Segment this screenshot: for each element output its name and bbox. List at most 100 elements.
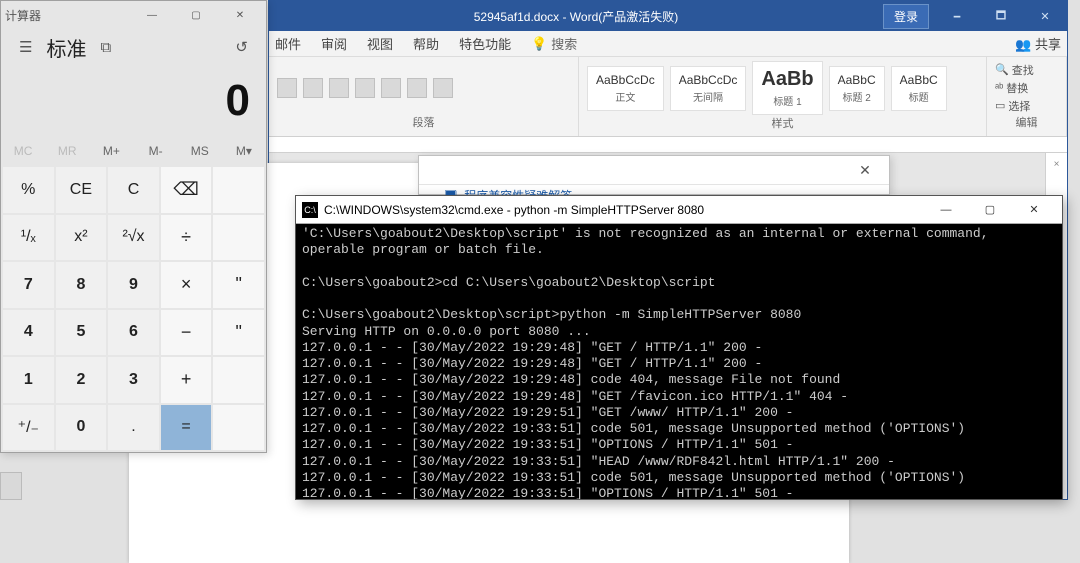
calc-key-3-2[interactable]: 6 [108,310,159,356]
calc-key-2-2[interactable]: 9 [108,262,159,308]
compat-titlebar[interactable]: ✕ [419,156,889,184]
indent-inc-icon[interactable] [381,78,401,98]
calc-key-3-1[interactable]: 5 [56,310,107,356]
calc-key-0-1[interactable]: CE [56,167,107,213]
calc-key-2-1[interactable]: 8 [56,262,107,308]
select-icon: ▭ [995,99,1005,112]
mr-button[interactable]: MR [45,137,89,165]
history-icon[interactable]: ↺ [235,38,248,56]
numbering-icon[interactable] [303,78,323,98]
mminus-button[interactable]: M- [134,137,178,165]
calc-keypad: %CEC⌫ ¹/ₓx²²√x÷ 789×" 456−" 123+ ⁺/₋0.= [1,165,266,452]
tab-view[interactable]: 视图 [367,34,393,53]
calc-key-4-2[interactable]: 3 [108,357,159,403]
find-icon: 🔍 [995,63,1009,76]
cmd-title-text: C:\WINDOWS\system32\cmd.exe - python -m … [324,203,704,217]
calc-key-5-0[interactable]: ⁺/₋ [3,405,54,451]
calc-memory-row: MC MR M+ M- MS M▾ [1,137,266,165]
calc-key-0-3[interactable]: ⌫ [161,167,212,213]
calc-key-4-4 [213,357,264,403]
keep-on-top-icon[interactable]: ⧉ [100,39,111,56]
replace-icon: ᵃᵇ [995,82,1003,94]
tab-feature[interactable]: 特色功能 [459,34,511,53]
close-icon[interactable]: ✕ [1012,203,1056,216]
replace-button[interactable]: ᵃᵇ替换 [995,80,1034,96]
indent-dec-icon[interactable] [355,78,375,98]
styles-gallery[interactable]: AaBbCcDc正文 AaBbCcDc无间隔 AaBb标题 1 AaBbC标题 … [587,61,978,115]
word-ruler[interactable] [269,137,1067,153]
style-normal[interactable]: AaBbCcDc正文 [587,66,664,111]
calc-key-1-0[interactable]: ¹/ₓ [3,215,54,261]
ms-button[interactable]: MS [178,137,222,165]
style-heading1[interactable]: AaBb标题 1 [752,61,822,115]
select-button[interactable]: ▭选择 [995,98,1034,114]
calc-key-4-0[interactable]: 1 [3,357,54,403]
mplus-button[interactable]: M+ [89,137,133,165]
style-title[interactable]: AaBbC标题 [891,66,947,111]
calc-key-5-3[interactable]: = [161,405,212,451]
word-titlebar[interactable]: 52945af1d.docx - Word(产品激活失败) 登录 🗕 🗖 ✕ [269,1,1067,31]
calc-key-4-3[interactable]: + [161,357,212,403]
calc-key-3-3[interactable]: − [161,310,212,356]
find-button[interactable]: 🔍查找 [995,62,1034,78]
tell-me-search[interactable]: 💡 搜索 [531,34,577,53]
tab-review[interactable]: 审阅 [321,34,347,53]
maximize-icon[interactable]: ▢ [174,1,218,29]
tab-help[interactable]: 帮助 [413,34,439,53]
calculator-window: 计算器 — ▢ ✕ ☰ 标准 ⧉ ↺ 0 MC MR M+ M- MS M▾ %… [0,0,267,453]
ribbon-group-styles: AaBbCcDc正文 AaBbCcDc无间隔 AaBb标题 1 AaBbC标题 … [579,57,987,136]
calc-key-3-0[interactable]: 4 [3,310,54,356]
maximize-icon[interactable]: ▢ [968,203,1012,216]
cmd-output[interactable]: 'C:\Users\goabout2\Desktop\script' is no… [296,224,1062,499]
minimize-icon[interactable]: — [924,204,968,216]
calc-key-0-0[interactable]: % [3,167,54,213]
word-login-button[interactable]: 登录 [883,4,929,29]
calc-key-2-3[interactable]: × [161,262,212,308]
share-icon: 👥 [1015,37,1031,52]
show-marks-icon[interactable] [433,78,453,98]
word-ribbon: 段落 AaBbCcDc正文 AaBbCcDc无间隔 AaBb标题 1 AaBbC… [269,57,1067,137]
cmd-titlebar[interactable]: C:\ C:\WINDOWS\system32\cmd.exe - python… [296,196,1062,224]
share-button[interactable]: 👥 共享 [1015,34,1061,53]
sort-icon[interactable] [407,78,427,98]
close-icon[interactable]: ✕ [847,162,883,179]
ribbon-group-paragraph: 段落 [269,57,579,136]
calc-key-5-4 [213,405,264,451]
calc-key-3-4[interactable]: " [213,310,264,356]
calc-key-5-1[interactable]: 0 [56,405,107,451]
minimize-icon[interactable]: 🗕 [935,7,979,26]
calc-key-4-1[interactable]: 2 [56,357,107,403]
calc-key-0-4 [213,167,264,213]
cmd-window: C:\ C:\WINDOWS\system32\cmd.exe - python… [295,195,1063,500]
mdrop-button[interactable]: M▾ [222,137,266,165]
mc-button[interactable]: MC [1,137,45,165]
calc-key-1-1[interactable]: x² [56,215,107,261]
calc-display: 0 [1,65,266,137]
hamburger-icon[interactable]: ☰ [19,38,32,56]
calc-titlebar[interactable]: 计算器 — ▢ ✕ [1,1,266,29]
minimize-icon[interactable]: — [130,1,174,29]
style-heading2[interactable]: AaBbC标题 2 [829,66,885,111]
taskbar-item[interactable] [0,472,22,500]
maximize-icon[interactable]: 🗖 [979,7,1023,26]
ribbon-group-edit: 🔍查找 ᵃᵇ替换 ▭选择 编辑 [987,57,1067,136]
calc-title: 计算器 [5,7,41,24]
calc-key-1-2[interactable]: ²√x [108,215,159,261]
lightbulb-icon: 💡 [531,36,547,52]
tab-mail[interactable]: 邮件 [275,34,301,53]
calc-key-0-2[interactable]: C [108,167,159,213]
close-icon[interactable]: ✕ [1023,10,1067,23]
close-icon[interactable]: ✕ [218,1,262,29]
calc-key-1-3[interactable]: ÷ [161,215,212,261]
calc-key-2-0[interactable]: 7 [3,262,54,308]
word-title-text: 52945af1d.docx - Word(产品激活失败) [269,8,883,25]
multilevel-icon[interactable] [329,78,349,98]
calc-key-1-4 [213,215,264,261]
style-nospacing[interactable]: AaBbCcDc无间隔 [670,66,747,111]
calc-key-2-4[interactable]: " [213,262,264,308]
calc-mode-label: 标准 [46,33,86,62]
calc-header: ☰ 标准 ⧉ ↺ [1,29,266,65]
calc-key-5-2[interactable]: . [108,405,159,451]
bullets-icon[interactable] [277,78,297,98]
paragraph-label: 段落 [277,114,570,132]
